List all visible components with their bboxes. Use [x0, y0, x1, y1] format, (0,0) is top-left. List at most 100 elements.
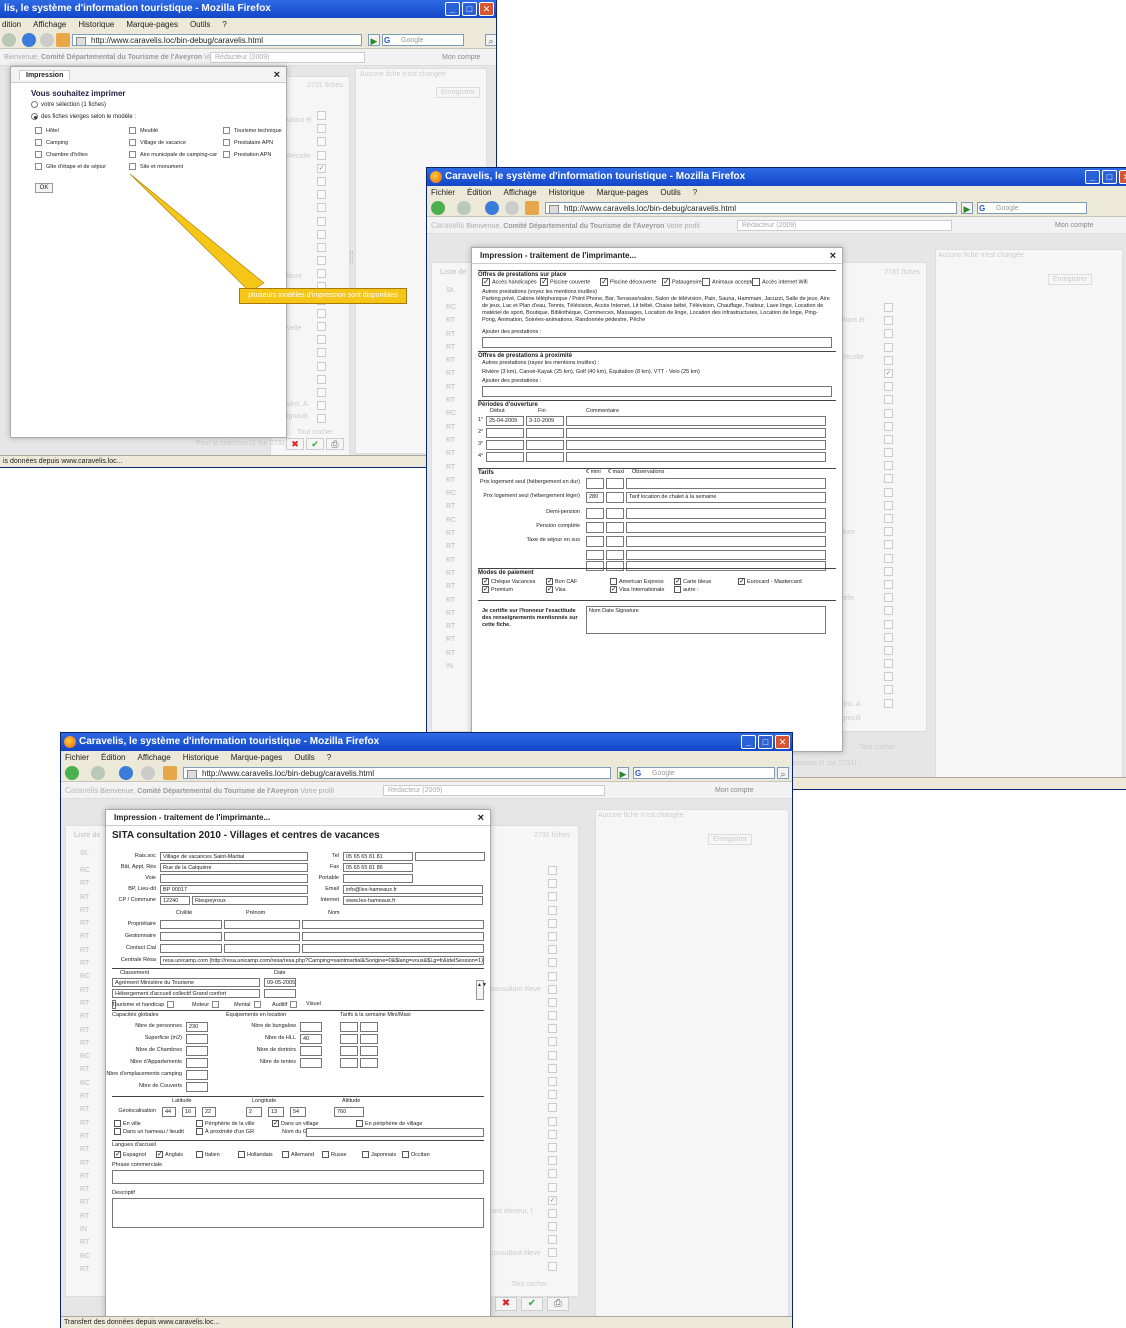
capacite-input[interactable]: [186, 1034, 208, 1044]
period-end-input[interactable]: [526, 428, 564, 438]
checkbox-icon[interactable]: [322, 1151, 329, 1158]
option-selection[interactable]: votre sélection (1 fiches): [31, 101, 106, 108]
menu-view[interactable]: Affichage: [33, 20, 66, 29]
capacite-input[interactable]: 230: [186, 1022, 208, 1032]
row-checkbox[interactable]: [548, 971, 557, 981]
row-checkbox[interactable]: [317, 361, 326, 371]
row-checkbox[interactable]: [317, 256, 326, 266]
lon-input[interactable]: 54: [290, 1107, 306, 1117]
forward-icon[interactable]: [91, 766, 105, 780]
tarif-obs-input[interactable]: Tarif location de chalet à la semaine: [626, 492, 826, 503]
checked-box-icon[interactable]: ✓: [540, 278, 548, 286]
tarif-mini-input[interactable]: [586, 536, 604, 547]
checkbox-icon[interactable]: [35, 151, 42, 158]
close-icon[interactable]: ×: [274, 67, 280, 83]
row-checkbox[interactable]: [548, 918, 557, 928]
period-comment-input[interactable]: [566, 416, 826, 426]
paiement-option[interactable]: ✓ Carte bleue: [674, 578, 711, 585]
search-icon[interactable]: ⌕: [485, 34, 496, 46]
model-option[interactable]: Tourisme technique: [223, 127, 282, 134]
maximize-button[interactable]: □: [462, 2, 477, 16]
dialog-tab[interactable]: Impression: [19, 70, 71, 80]
checkbox-icon[interactable]: [196, 1120, 203, 1127]
classement-input[interactable]: Agrément Ministère du Tourisme: [112, 978, 260, 987]
centrale-input[interactable]: resa.unicamp.com (http://resa.unicamp.co…: [160, 956, 484, 965]
period-comment-input[interactable]: [566, 440, 826, 450]
row-checkbox[interactable]: [884, 606, 893, 616]
paiement-option[interactable]: ✓ Visa: [546, 586, 566, 593]
period-start-input[interactable]: [486, 440, 524, 450]
descriptif-input[interactable]: [112, 1198, 484, 1228]
print-icon[interactable]: ⎙: [547, 1297, 569, 1311]
langue-option[interactable]: Allemand: [282, 1151, 314, 1158]
row-checkbox[interactable]: [548, 866, 557, 875]
capacite-input[interactable]: [186, 1082, 208, 1092]
row-checkbox[interactable]: [884, 329, 893, 339]
checked-box-icon[interactable]: ✓: [482, 278, 490, 286]
checked-box-icon[interactable]: ✓: [156, 1151, 163, 1158]
row-checkbox[interactable]: [317, 190, 326, 200]
tel2-input[interactable]: [415, 852, 485, 861]
row-checkbox[interactable]: [884, 342, 893, 352]
checkbox-icon[interactable]: [129, 127, 136, 134]
reload-icon[interactable]: [119, 766, 133, 780]
tel-input[interactable]: 05 65 65 81 81: [343, 852, 413, 861]
voie-input[interactable]: [160, 874, 308, 883]
model-option[interactable]: Gîte d'étape et de séjour: [35, 163, 106, 170]
url-input[interactable]: http://www.caravelis.loc/bin-debug/carav…: [72, 34, 362, 46]
row-checkbox[interactable]: [884, 421, 893, 431]
row-checkbox[interactable]: [317, 348, 326, 358]
home-icon[interactable]: [525, 201, 539, 215]
equip-input[interactable]: [300, 1058, 322, 1068]
tarif-min-input[interactable]: [340, 1022, 358, 1032]
row-checkbox[interactable]: [884, 514, 893, 523]
checked-box-icon[interactable]: ✓: [114, 1151, 121, 1158]
paiement-option[interactable]: ✓ Visa Internationale: [610, 586, 664, 593]
close-icon[interactable]: ×: [830, 248, 836, 264]
tarif-min-input[interactable]: [340, 1046, 358, 1056]
row-checkbox[interactable]: [884, 448, 893, 458]
langue-option[interactable]: Hollandais: [238, 1151, 273, 1158]
row-checkbox[interactable]: [548, 879, 557, 889]
checkbox-icon[interactable]: [35, 127, 42, 134]
uncheck-all-link[interactable]: Tout cocher: [859, 744, 895, 751]
lat-input[interactable]: 22: [202, 1107, 216, 1117]
prenom-input[interactable]: [224, 932, 300, 941]
tarif-maxi-input[interactable]: [606, 492, 624, 503]
row-checkbox[interactable]: [548, 997, 557, 1007]
langue-option[interactable]: Occitan: [402, 1151, 430, 1158]
menu-history[interactable]: Historique: [78, 20, 114, 29]
row-checkbox[interactable]: ✓: [884, 368, 893, 378]
row-checkbox[interactable]: [317, 414, 326, 424]
search-icon[interactable]: ⌕: [777, 767, 789, 779]
period-end-input[interactable]: 3-10-2009: [526, 416, 564, 426]
row-checkbox[interactable]: [548, 958, 557, 968]
checkbox-icon[interactable]: [35, 139, 42, 146]
checkbox-icon[interactable]: [282, 1151, 289, 1158]
civilite-input[interactable]: [160, 920, 222, 929]
stop-icon[interactable]: [505, 201, 519, 215]
model-option[interactable]: Camping: [35, 139, 68, 146]
handicap-option[interactable]: Auditif: [272, 1001, 298, 1008]
tarif-maxi-input[interactable]: [606, 522, 624, 533]
civilite-input[interactable]: [160, 944, 222, 953]
checkbox-icon[interactable]: [114, 1120, 121, 1127]
tarif-min-input[interactable]: [340, 1034, 358, 1044]
checkbox-icon[interactable]: [610, 578, 617, 585]
offre-option[interactable]: ✓ Piscine couverte: [540, 278, 590, 286]
resize-grip-icon[interactable]: [350, 251, 353, 263]
menu-bookmarks[interactable]: Marque-pages: [597, 188, 649, 197]
row-checkbox[interactable]: [548, 1050, 557, 1060]
menu-tools[interactable]: Outils: [294, 753, 314, 762]
menu-view[interactable]: Affichage: [503, 188, 536, 197]
row-checkbox[interactable]: [884, 408, 893, 418]
prenom-input[interactable]: [224, 944, 300, 953]
delete-icon[interactable]: ✖: [286, 438, 304, 450]
equip-input[interactable]: [300, 1046, 322, 1056]
period-start-input[interactable]: [486, 428, 524, 438]
handicap-option[interactable]: Mental: [234, 1001, 261, 1008]
menu-help[interactable]: ?: [327, 753, 331, 762]
row-checkbox[interactable]: [548, 1116, 557, 1126]
situation-option[interactable]: À proximité d'un GR: [196, 1128, 254, 1135]
situation-option[interactable]: Dans un hameau / lieudit: [114, 1128, 184, 1135]
